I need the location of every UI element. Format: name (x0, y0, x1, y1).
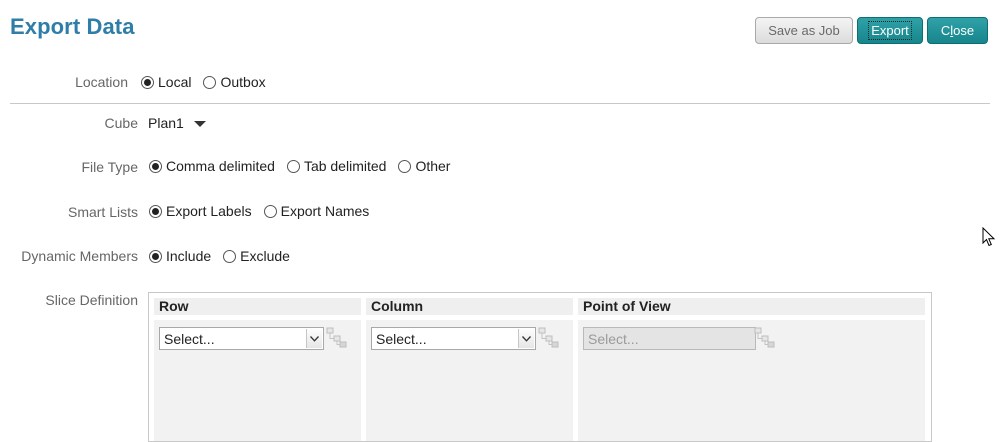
slice-column-body: Select... (578, 320, 925, 441)
slice-column-header: Point of View (578, 298, 925, 315)
smart-lists-option-label: Export Names (280, 203, 370, 219)
file-type-option-comma[interactable]: Comma delimited (149, 158, 275, 174)
chevron-down-icon (306, 329, 322, 348)
row-dimension-select[interactable]: Select... (159, 327, 324, 350)
select-value: Select... (164, 330, 215, 347)
slice-definition-panel: Row Select... Column Select... Point of … (148, 292, 932, 442)
location-label: Location (75, 74, 128, 90)
smart-lists-radio-group: Export Labels Export Names (149, 203, 381, 219)
dynamic-members-label: Dynamic Members (21, 248, 138, 264)
close-label-suffix: ose (953, 23, 975, 38)
page-title: Export Data (10, 14, 135, 39)
smart-lists-option-labels[interactable]: Export Labels (149, 203, 252, 219)
dynamic-members-option-label: Include (166, 248, 212, 264)
radio-selected-icon (149, 249, 162, 263)
location-option-outbox[interactable]: Outbox (203, 74, 266, 90)
slice-column-header: Column (366, 298, 573, 315)
select-value: Select... (376, 330, 427, 347)
radio-unselected-icon (223, 249, 237, 263)
slice-column-point-of-view: Point of View Select... (578, 298, 925, 441)
location-option-local[interactable]: Local (141, 74, 191, 90)
save-as-job-button[interactable]: Save as Job (755, 17, 853, 44)
radio-unselected-icon (203, 75, 217, 89)
close-label-prefix: C (940, 23, 951, 38)
close-button[interactable]: Close (927, 17, 988, 44)
file-type-label: File Type (81, 159, 138, 175)
export-label: Export (868, 21, 912, 40)
dynamic-members-option-exclude[interactable]: Exclude (223, 248, 290, 264)
radio-unselected-icon (263, 204, 277, 218)
radio-selected-icon (149, 159, 162, 173)
chevron-down-icon (518, 329, 534, 348)
export-button[interactable]: Export (857, 17, 923, 44)
cube-value: Plan1 (148, 115, 184, 131)
point-of-view-select: Select... (583, 327, 756, 350)
slice-definition-label: Slice Definition (45, 292, 138, 308)
smart-lists-label: Smart Lists (67, 204, 138, 220)
dynamic-members-option-label: Exclude (240, 248, 290, 264)
smart-lists-option-label: Export Labels (166, 203, 252, 219)
slice-column-row: Row Select... (154, 298, 361, 441)
location-option-label: Local (158, 74, 192, 90)
cube-select[interactable]: Plan1 (148, 115, 206, 131)
member-selector-icon[interactable] (538, 327, 560, 349)
cube-label: Cube (104, 115, 138, 131)
slice-column-header: Row (154, 298, 361, 315)
column-dimension-select[interactable]: Select... (371, 327, 536, 350)
select-value: Select... (588, 330, 639, 347)
slice-column-body: Select... (154, 320, 361, 441)
file-type-option-label: Tab delimited (303, 158, 387, 174)
slice-column-column: Column Select... (366, 298, 573, 441)
slice-column-body: Select... (366, 320, 573, 441)
mouse-pointer-icon (982, 227, 996, 247)
file-type-option-tab[interactable]: Tab delimited (286, 158, 387, 174)
dynamic-members-radio-group: Include Exclude (149, 248, 302, 264)
radio-selected-icon (149, 204, 162, 218)
member-selector-icon[interactable] (326, 327, 348, 349)
smart-lists-option-names[interactable]: Export Names (263, 203, 370, 219)
close-label: Close (941, 23, 974, 38)
radio-unselected-icon (286, 159, 300, 173)
file-type-option-label: Other (415, 158, 451, 174)
location-option-label: Outbox (220, 74, 266, 90)
dynamic-members-option-include[interactable]: Include (149, 248, 211, 264)
location-radio-group: Local Outbox (141, 74, 278, 90)
save-as-job-label: Save as Job (768, 23, 840, 38)
file-type-option-label: Comma delimited (166, 158, 275, 174)
file-type-option-other[interactable]: Other (398, 158, 450, 174)
radio-unselected-icon (398, 159, 412, 173)
member-selector-icon (754, 327, 775, 348)
section-divider (10, 103, 990, 104)
caret-down-icon (193, 121, 206, 127)
radio-selected-icon (141, 75, 154, 89)
file-type-radio-group: Comma delimited Tab delimited Other (149, 158, 462, 174)
